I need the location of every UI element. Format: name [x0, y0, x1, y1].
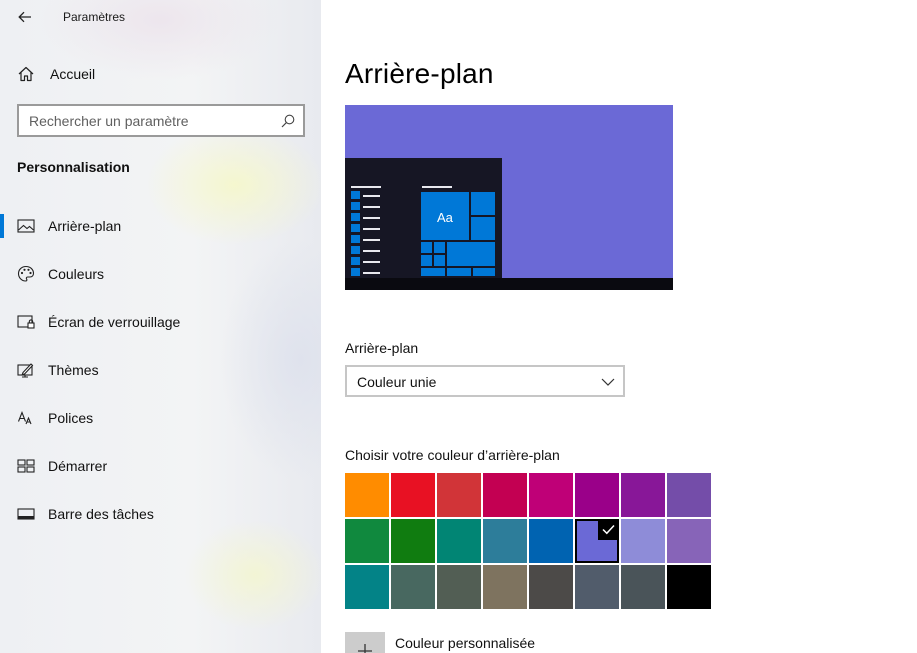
- sidebar: Paramètres Accueil Rechercher un paramèt…: [0, 0, 321, 653]
- search-placeholder: Rechercher un paramètre: [29, 113, 189, 129]
- plus-icon: [358, 644, 372, 653]
- sidebar-item-label: Polices: [48, 410, 94, 426]
- sidebar-item-start[interactable]: Démarrer: [0, 448, 321, 484]
- sidebar-item-background[interactable]: Arrière-plan: [0, 208, 321, 244]
- color-swatch[interactable]: [437, 519, 481, 563]
- background-preview: Aa: [345, 105, 673, 290]
- section-title: Personnalisation: [17, 159, 130, 175]
- color-swatch[interactable]: [575, 473, 619, 517]
- background-type-dropdown[interactable]: Couleur unie: [345, 365, 625, 397]
- color-swatch[interactable]: [529, 519, 573, 563]
- color-swatch[interactable]: [667, 519, 711, 563]
- chevron-down-icon: [601, 378, 615, 386]
- color-picker-label: Choisir votre couleur d’arrière-plan: [345, 447, 560, 463]
- taskbar-icon: [17, 508, 35, 520]
- color-swatch[interactable]: [621, 519, 665, 563]
- color-swatch-grid: [345, 473, 713, 613]
- palette-icon: [17, 265, 35, 282]
- dropdown-value: Couleur unie: [357, 374, 437, 390]
- search-input[interactable]: Rechercher un paramètre: [17, 104, 305, 137]
- back-button[interactable]: [10, 4, 40, 30]
- selection-indicator: [0, 214, 4, 238]
- color-swatch[interactable]: [345, 519, 389, 563]
- color-swatch[interactable]: [575, 565, 619, 609]
- themes-icon: [17, 363, 34, 378]
- color-swatch[interactable]: [437, 473, 481, 517]
- sidebar-item-label: Écran de verrouillage: [48, 314, 181, 330]
- start-icon: [17, 459, 35, 473]
- background-type-label: Arrière-plan: [345, 340, 419, 356]
- color-swatch[interactable]: [391, 519, 435, 563]
- fonts-icon: [17, 410, 32, 425]
- preview-tile-text: Aa: [437, 210, 453, 225]
- sidebar-item-lock-screen[interactable]: Écran de verrouillage: [0, 304, 321, 340]
- search-icon[interactable]: [280, 113, 296, 129]
- preview-taskbar: [345, 278, 673, 290]
- sidebar-item-label: Arrière-plan: [48, 218, 122, 234]
- sidebar-item-colors[interactable]: Couleurs: [0, 256, 321, 292]
- color-swatch[interactable]: [667, 565, 711, 609]
- lock-screen-icon: [17, 315, 35, 329]
- sidebar-item-fonts[interactable]: Polices: [0, 400, 321, 436]
- custom-color-label[interactable]: Couleur personnalisée: [395, 635, 535, 651]
- page-title: Arrière-plan: [345, 58, 494, 89]
- color-swatch[interactable]: [483, 473, 527, 517]
- checkmark-icon: [598, 519, 619, 540]
- sidebar-item-taskbar[interactable]: Barre des tâches: [0, 496, 321, 532]
- color-swatch[interactable]: [529, 473, 573, 517]
- sidebar-item-home[interactable]: Accueil: [0, 58, 321, 90]
- color-swatch[interactable]: [391, 565, 435, 609]
- color-swatch[interactable]: [621, 565, 665, 609]
- window-title: Paramètres: [63, 10, 126, 24]
- sidebar-item-label: Couleurs: [48, 266, 105, 282]
- home-label: Accueil: [50, 66, 96, 82]
- sidebar-item-label: Démarrer: [48, 458, 108, 474]
- preview-start-window: Aa: [345, 158, 502, 278]
- sidebar-item-themes[interactable]: Thèmes: [0, 352, 321, 388]
- color-swatch[interactable]: [391, 473, 435, 517]
- custom-color-button[interactable]: [345, 632, 385, 653]
- picture-icon: [17, 219, 35, 233]
- back-arrow-icon: [18, 11, 31, 23]
- color-swatch[interactable]: [575, 519, 619, 563]
- sidebar-item-label: Barre des tâches: [48, 506, 154, 522]
- sidebar-item-label: Thèmes: [48, 362, 99, 378]
- home-icon: [18, 66, 34, 82]
- color-swatch[interactable]: [437, 565, 481, 609]
- title-bar: Paramètres: [0, 0, 321, 34]
- color-swatch[interactable]: [483, 565, 527, 609]
- color-swatch[interactable]: [529, 565, 573, 609]
- color-swatch[interactable]: [345, 565, 389, 609]
- color-swatch[interactable]: [483, 519, 527, 563]
- color-swatch[interactable]: [345, 473, 389, 517]
- color-swatch[interactable]: [667, 473, 711, 517]
- color-swatch[interactable]: [621, 473, 665, 517]
